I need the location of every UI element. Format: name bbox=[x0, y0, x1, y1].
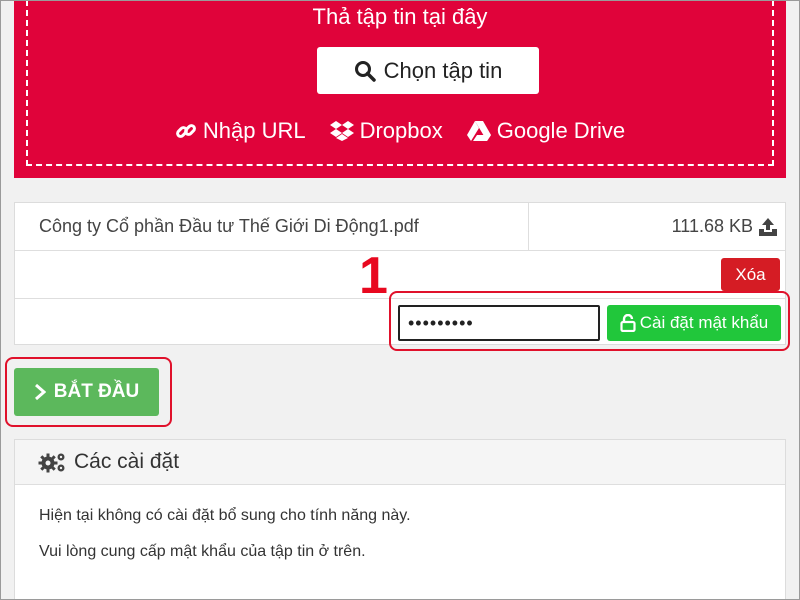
file-drop-zone[interactable]: Thả tập tin tại đây Chọn tập tin Nhập UR… bbox=[14, 0, 786, 178]
search-icon bbox=[354, 60, 376, 82]
source-dropbox-label: Dropbox bbox=[359, 118, 443, 143]
source-google-drive-label: Google Drive bbox=[496, 118, 626, 143]
source-google-drive-link[interactable]: Google Drive bbox=[466, 118, 626, 144]
delete-button[interactable]: Xóa bbox=[721, 258, 780, 291]
start-button[interactable]: BẮT ĐẦU bbox=[14, 368, 159, 416]
drop-zone-title: Thả tập tin tại đây bbox=[312, 4, 488, 29]
settings-info-line: Hiện tại không có cài đặt bổ sung cho tí… bbox=[39, 507, 411, 524]
column-divider bbox=[528, 203, 529, 250]
row-divider bbox=[15, 250, 785, 251]
source-url-label: Nhập URL bbox=[202, 118, 306, 143]
link-icon bbox=[175, 124, 196, 138]
google-drive-icon bbox=[466, 121, 491, 141]
file-size: 111.68 KB bbox=[671, 216, 753, 236]
choose-file-button[interactable]: Chọn tập tin bbox=[317, 47, 539, 94]
upload-icon[interactable] bbox=[758, 217, 778, 237]
settings-header: Các cài đặt bbox=[15, 440, 785, 485]
annotation-step-number: 1 bbox=[359, 247, 388, 305]
chevron-right-icon bbox=[34, 383, 46, 401]
annotation-box-password bbox=[389, 291, 790, 351]
source-dropbox-link[interactable]: Dropbox bbox=[329, 118, 443, 144]
upload-sources: Nhập URL Dropbox Google Drive bbox=[28, 118, 772, 144]
drop-zone-dashed-border: Thả tập tin tại đây Chọn tập tin Nhập UR… bbox=[26, 0, 774, 166]
gears-icon bbox=[38, 453, 65, 473]
settings-info-line: Vui lòng cung cấp mật khẩu của tập tin ở… bbox=[39, 543, 366, 560]
settings-panel: Các cài đặt Hiện tại không có cài đặt bổ… bbox=[14, 439, 786, 600]
dropbox-icon bbox=[329, 121, 354, 141]
settings-title: Các cài đặt bbox=[74, 450, 180, 473]
source-url-link[interactable]: Nhập URL bbox=[175, 118, 306, 144]
file-name: Công ty Cổ phần Đầu tư Thế Giới Di Động1… bbox=[39, 216, 419, 236]
choose-file-label: Chọn tập tin bbox=[383, 57, 503, 83]
start-label: BẮT ĐẦU bbox=[53, 381, 140, 402]
